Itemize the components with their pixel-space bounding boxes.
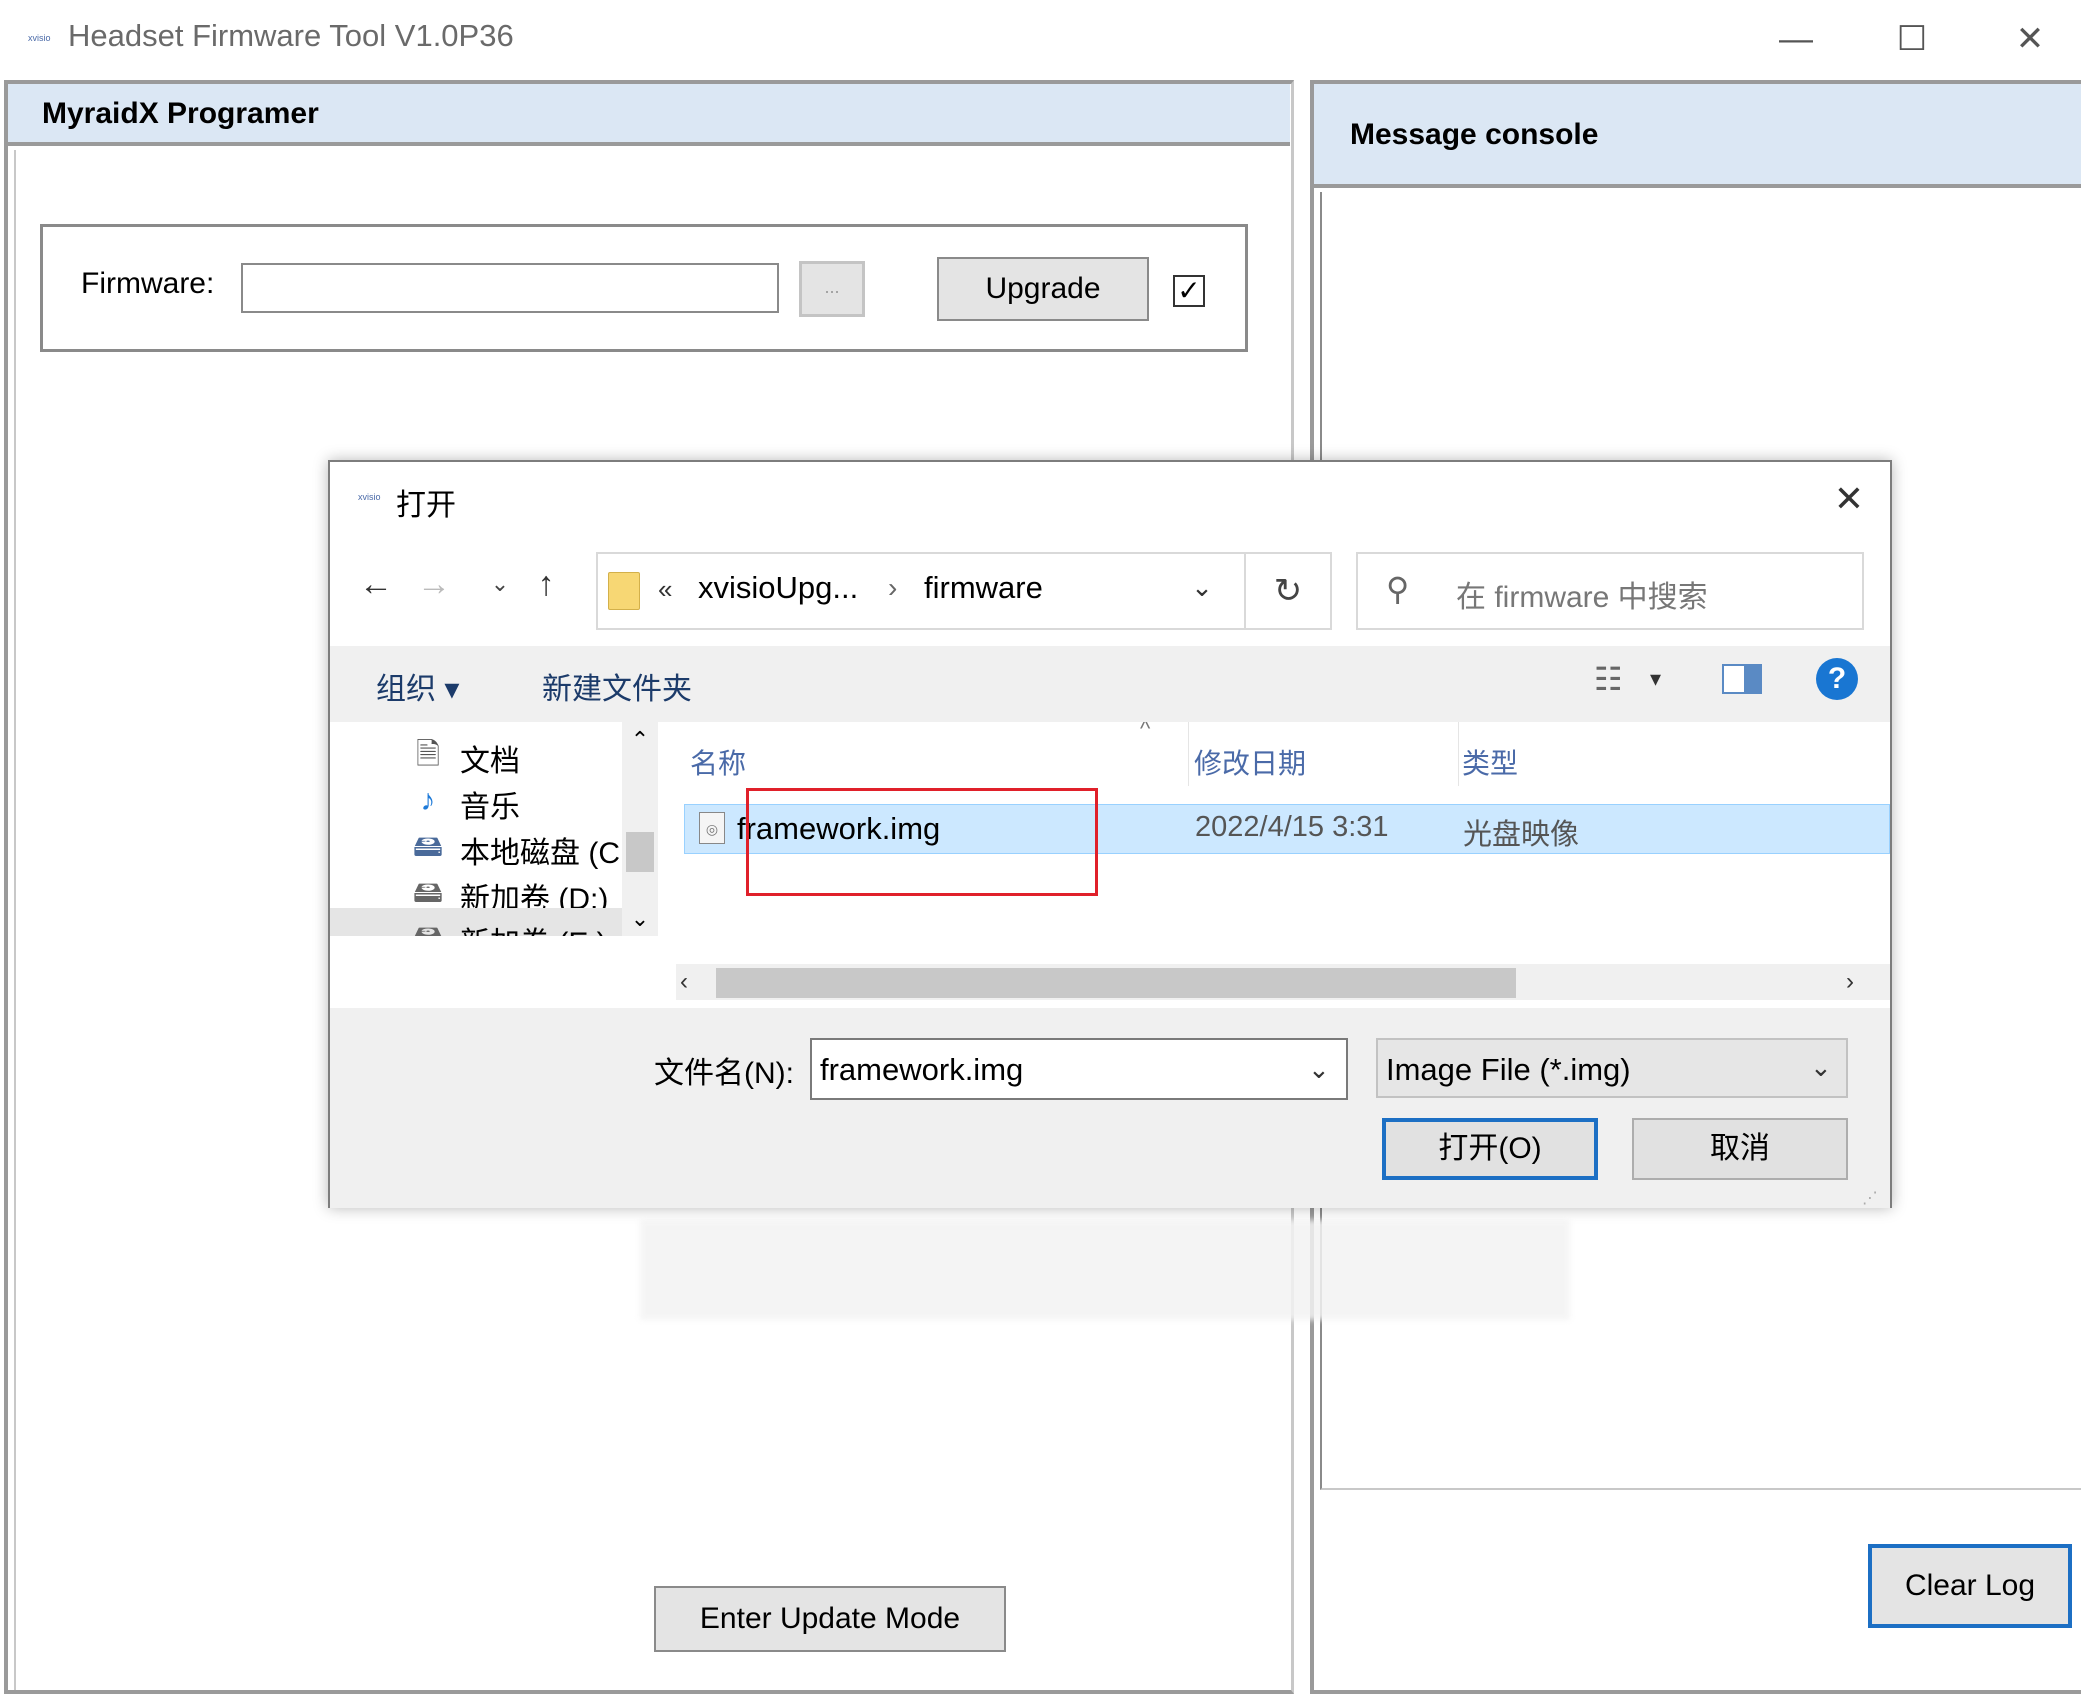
upgrade-button[interactable]: Upgrade — [937, 257, 1149, 321]
cancel-button[interactable]: 取消 — [1632, 1118, 1848, 1180]
disc-image-file-icon: ◎ — [699, 812, 725, 844]
programmer-panel-title: MyraidX Programer — [42, 97, 319, 130]
organize-button[interactable]: 组织 ▾ — [376, 664, 459, 708]
file-type-value: Image File (*.img) — [1386, 1052, 1631, 1087]
window-title: Headset Firmware Tool V1.0P36 — [68, 18, 514, 53]
programmer-panel-header: MyraidX Programer — [8, 84, 1290, 146]
enter-update-mode-button[interactable]: Enter Update Mode — [654, 1586, 1006, 1652]
dialog-toolbar: 组织 ▾ 新建文件夹 ☷ ▾ ? — [330, 646, 1890, 722]
breadcrumb-item[interactable]: xvisioUpg... — [698, 570, 858, 606]
open-button[interactable]: 打开(O) — [1382, 1118, 1598, 1180]
back-arrow-icon[interactable]: ← — [354, 562, 398, 606]
search-box[interactable]: ⚲ 在 firmware 中搜索 — [1356, 552, 1864, 630]
column-header-type[interactable]: 类型 — [1462, 742, 1518, 782]
up-folder-arrow-icon[interactable]: ↑ — [524, 562, 568, 606]
tree-scroll-thumb[interactable] — [626, 832, 654, 872]
breadcrumb-separator-icon[interactable]: › — [888, 572, 897, 604]
dialog-app-icon: xvisio — [358, 492, 381, 502]
blurred-region — [640, 1220, 1570, 1320]
folder-icon — [608, 572, 640, 610]
address-bar[interactable]: « xvisioUpg... › firmware ⌄ — [596, 552, 1246, 630]
message-console-header: Message console — [1314, 84, 2081, 188]
title-bar: xvisio Headset Firmware Tool V1.0P36 — ☐… — [0, 0, 2081, 80]
help-icon[interactable]: ? — [1816, 658, 1858, 700]
column-divider[interactable] — [1188, 722, 1189, 786]
tree-item-label: 新加卷 (E:) — [460, 918, 607, 936]
message-console-title: Message console — [1350, 118, 1599, 151]
drive-icon: 🖴 — [410, 918, 446, 936]
refresh-icon[interactable]: ↻ — [1246, 552, 1332, 630]
drive-icon: 🖴 — [412, 830, 444, 863]
filename-dropdown-chevron-icon[interactable]: ⌄ — [1308, 1054, 1330, 1085]
view-dropdown-icon[interactable]: ▾ — [1650, 666, 1661, 692]
open-file-dialog: xvisio 打开 ✕ ← → ⌄ ↑ « xvisioUpg... › fir… — [328, 460, 1892, 1208]
close-button[interactable]: ✕ — [2000, 14, 2060, 64]
firmware-group: Firmware: ... Upgrade ✓ — [40, 224, 1248, 352]
minimize-button[interactable]: — — [1766, 14, 1826, 64]
music-icon: ♪ — [420, 784, 436, 817]
file-list-horizontal-scrollbar[interactable]: ‹ › — [676, 964, 1890, 1000]
file-modified-date: 2022/4/15 3:31 — [1195, 811, 1389, 843]
file-type-dropdown-chevron-icon[interactable]: ⌄ — [1810, 1052, 1832, 1083]
resize-grip-icon[interactable]: ⋰ — [1862, 1188, 1878, 1208]
breadcrumb-overflow[interactable]: « — [658, 574, 672, 605]
firmware-label: Firmware: — [81, 267, 215, 300]
sort-ascending-icon: ^ — [1140, 722, 1151, 741]
file-type-select[interactable]: Image File (*.img) ⌄ — [1376, 1038, 1848, 1098]
tree-scrollbar[interactable]: ⌃ ⌄ — [622, 722, 658, 936]
filename-input[interactable]: framework.img — [820, 1052, 1023, 1088]
navigation-tree: 🗎 文档 ♪ 音乐 🖴 本地磁盘 (C:) 🖴 新加卷 (D:) 🖴 新加卷 (… — [330, 722, 622, 936]
clear-log-button[interactable]: Clear Log — [1868, 1544, 2072, 1628]
search-icon: ⚲ — [1386, 571, 1410, 607]
document-icon: 🗎 — [415, 738, 441, 771]
view-list-icon[interactable]: ☷ — [1594, 660, 1623, 698]
dialog-close-button[interactable]: ✕ — [1824, 474, 1874, 524]
firmware-path-input[interactable] — [241, 263, 779, 313]
tree-item-drive-e[interactable]: 🖴 新加卷 (E:) — [330, 908, 622, 936]
new-folder-button[interactable]: 新建文件夹 — [542, 664, 692, 708]
column-header-name[interactable]: 名称 — [690, 742, 746, 782]
firmware-checkbox[interactable]: ✓ — [1173, 275, 1205, 307]
file-type: 光盘映像 — [1463, 819, 1580, 851]
forward-arrow-icon[interactable]: → — [412, 562, 456, 606]
filename-label: 文件名(N): — [654, 1057, 794, 1090]
column-divider[interactable] — [1458, 722, 1459, 786]
recent-locations-chevron-icon[interactable]: ⌄ — [478, 562, 522, 606]
dialog-title: 打开 — [396, 489, 456, 522]
address-dropdown-chevron-icon[interactable]: ⌄ — [1182, 572, 1222, 603]
preview-pane-icon[interactable] — [1722, 664, 1762, 694]
maximize-button[interactable]: ☐ — [1882, 14, 1942, 64]
scroll-up-chevron-icon[interactable]: ⌃ — [622, 722, 658, 758]
scroll-right-chevron-icon[interactable]: › — [1846, 964, 1876, 1000]
dialog-footer: 文件名(N): framework.img ⌄ Image File (*.im… — [330, 1008, 1890, 1208]
browse-button[interactable]: ... — [799, 261, 865, 317]
app-logo-icon: xvisio — [28, 33, 51, 43]
drive-icon: 🖴 — [412, 876, 444, 909]
column-header-date[interactable]: 修改日期 — [1194, 742, 1306, 782]
search-input[interactable]: 在 firmware 中搜索 — [1456, 572, 1708, 616]
scroll-left-chevron-icon[interactable]: ‹ — [680, 964, 710, 1000]
scroll-down-chevron-icon[interactable]: ⌄ — [622, 902, 658, 936]
selection-highlight-annotation — [746, 788, 1098, 896]
breadcrumb-item[interactable]: firmware — [924, 570, 1043, 606]
filename-combobox[interactable]: framework.img ⌄ — [810, 1038, 1348, 1100]
horizontal-scroll-thumb[interactable] — [716, 968, 1516, 998]
